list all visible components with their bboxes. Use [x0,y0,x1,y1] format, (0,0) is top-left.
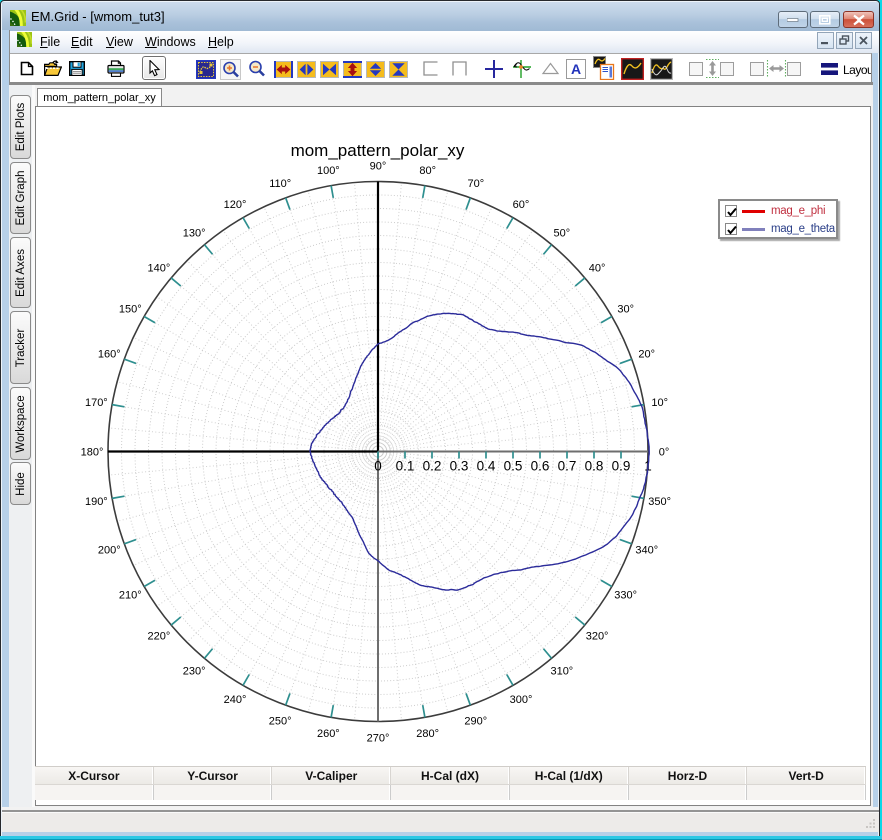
svg-text:160°: 160° [98,349,121,361]
svg-text:200°: 200° [98,544,121,556]
svg-text:280°: 280° [416,728,439,740]
svg-text:140°: 140° [148,263,171,275]
svg-text:150°: 150° [119,304,142,316]
svg-text:320°: 320° [586,630,609,642]
svg-text:300°: 300° [510,694,533,706]
svg-text:0.9: 0.9 [612,459,631,474]
svg-text:0.7: 0.7 [558,459,577,474]
svg-text:mom_pattern_polar_xy: mom_pattern_polar_xy [291,141,465,160]
svg-text:290°: 290° [464,715,487,727]
svg-text:0.4: 0.4 [477,459,496,474]
svg-text:60°: 60° [513,199,530,211]
svg-text:110°: 110° [269,178,291,190]
svg-text:100°: 100° [317,165,340,177]
svg-text:0.1: 0.1 [396,459,415,474]
svg-text:0.5: 0.5 [504,459,523,474]
svg-text:40°: 40° [589,263,606,275]
svg-text:340°: 340° [635,544,658,556]
svg-text:0°: 0° [659,447,670,459]
svg-text:270°: 270° [367,733,390,745]
svg-text:180°: 180° [81,447,104,459]
svg-text:20°: 20° [638,349,655,361]
svg-text:80°: 80° [419,165,436,177]
svg-text:0.3: 0.3 [450,459,469,474]
svg-text:310°: 310° [550,666,573,678]
svg-text:30°: 30° [617,304,634,316]
svg-text:220°: 220° [148,630,171,642]
svg-text:170°: 170° [85,397,108,409]
svg-text:90°: 90° [370,161,387,173]
svg-text:230°: 230° [183,666,206,678]
svg-text:0.2: 0.2 [423,459,442,474]
svg-text:250°: 250° [269,715,292,727]
svg-text:0.6: 0.6 [531,459,550,474]
svg-text:260°: 260° [317,728,340,740]
svg-text:240°: 240° [224,694,247,706]
svg-text:0.8: 0.8 [585,459,604,474]
svg-text:50°: 50° [554,227,571,239]
svg-text:120°: 120° [224,199,247,211]
svg-text:330°: 330° [614,590,637,602]
svg-text:130°: 130° [183,227,206,239]
svg-text:10°: 10° [651,397,668,409]
svg-text:70°: 70° [467,178,484,190]
svg-text:350°: 350° [648,496,671,508]
svg-text:0: 0 [374,459,382,474]
svg-text:190°: 190° [85,496,108,508]
svg-text:210°: 210° [119,590,142,602]
